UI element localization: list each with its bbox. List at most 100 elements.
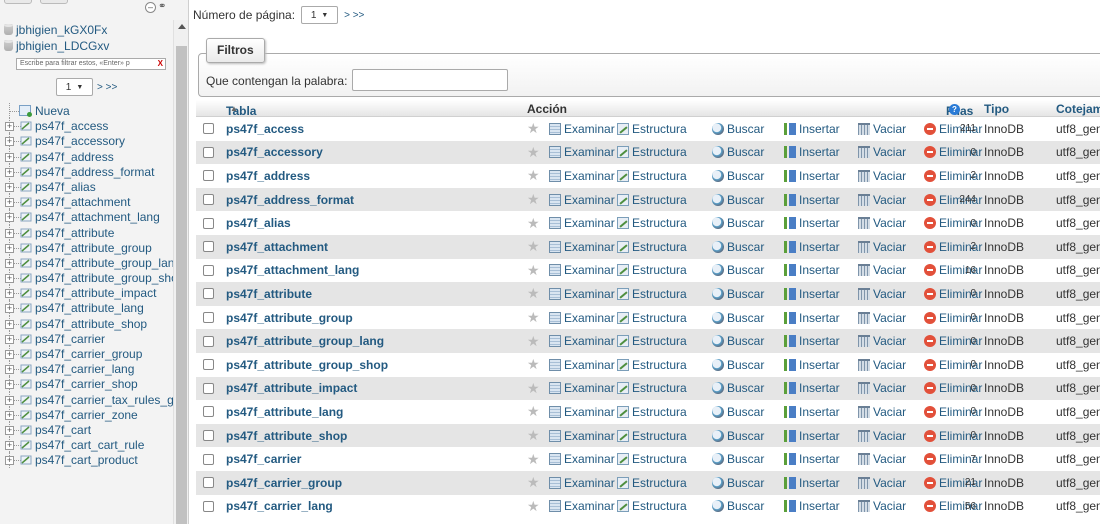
expand-icon[interactable]: + [5,350,14,359]
insert-action[interactable]: Insertar [784,424,840,448]
empty-action[interactable]: Vaciar [858,471,906,495]
search-action[interactable]: Buscar [712,353,764,377]
search-action[interactable]: Buscar [712,282,764,306]
browse-action[interactable]: Examinar [549,400,615,424]
structure-action[interactable]: Estructura [617,211,687,235]
expand-icon[interactable]: + [5,182,14,192]
browse-action[interactable]: Examinar [549,471,615,495]
tree-table-item[interactable]: + ps47f_attachment_lang [0,209,173,225]
expand-icon[interactable]: + [5,122,14,132]
table-name-link[interactable]: ps47f_alias [226,216,291,230]
empty-action[interactable]: Vaciar [858,377,906,401]
empty-action[interactable]: Vaciar [858,353,906,377]
browse-action[interactable]: Examinar [549,117,615,141]
insert-action[interactable]: Insertar [784,282,840,306]
empty-action[interactable]: Vaciar [858,235,906,259]
search-action[interactable]: Buscar [712,495,764,519]
browse-action[interactable]: Examinar [549,188,615,212]
tree-table-item[interactable]: + ps47f_attribute_group_lang [0,254,173,271]
star-icon[interactable]: ★ [527,403,540,420]
table-name-link[interactable]: ps47f_accessory [226,145,323,159]
expand-icon[interactable]: + [5,243,14,253]
structure-action[interactable]: Estructura [617,306,687,330]
insert-action[interactable]: Insertar [784,235,840,259]
tree-table-item[interactable]: + ps47f_cart [0,421,173,438]
search-action[interactable]: Buscar [712,400,764,424]
scrollbar-thumb[interactable] [176,46,187,524]
tree-table-item[interactable]: + ps47f_attribute_group [0,239,173,255]
search-action[interactable]: Buscar [712,188,764,212]
tree-table-item[interactable]: + ps47f_attribute_impact [0,285,173,301]
row-checkbox[interactable] [203,359,214,371]
empty-action[interactable]: Vaciar [858,211,906,235]
row-checkbox[interactable] [203,477,214,489]
empty-action[interactable]: Vaciar [858,282,906,306]
empty-action[interactable]: Vaciar [858,188,906,212]
row-checkbox[interactable] [203,146,214,158]
insert-action[interactable]: Insertar [784,164,840,188]
row-checkbox[interactable] [203,500,214,512]
expand-icon[interactable]: + [5,365,14,375]
empty-action[interactable]: Vaciar [858,329,906,353]
tree-table-item[interactable]: + ps47f_carrier [0,330,173,346]
search-action[interactable]: Buscar [712,377,764,401]
browse-action[interactable]: Examinar [549,235,615,259]
search-action[interactable]: Buscar [712,117,764,141]
filters-title[interactable]: Filtros [206,38,265,63]
search-action[interactable]: Buscar [712,141,764,165]
star-icon[interactable]: ★ [527,144,540,161]
expand-icon[interactable]: + [5,304,14,314]
empty-action[interactable]: Vaciar [858,164,906,188]
expand-icon[interactable]: + [5,213,14,223]
structure-action[interactable]: Estructura [617,259,687,283]
table-name-link[interactable]: ps47f_attribute [226,287,312,301]
row-checkbox[interactable] [203,335,214,347]
insert-action[interactable]: Insertar [784,471,840,495]
structure-action[interactable]: Estructura [617,424,687,448]
row-checkbox[interactable] [203,123,214,135]
structure-action[interactable]: Estructura [617,141,687,165]
browse-action[interactable]: Examinar [549,282,615,306]
insert-action[interactable]: Insertar [784,329,840,353]
structure-action[interactable]: Estructura [617,495,687,519]
tree-table-item[interactable]: + ps47f_address_format [0,163,173,179]
insert-action[interactable]: Insertar [784,259,840,283]
help-icon[interactable]: ? [949,104,960,115]
insert-action[interactable]: Insertar [784,447,840,471]
structure-action[interactable]: Estructura [617,235,687,259]
tree-table-item[interactable]: + ps47f_access [0,118,173,134]
empty-action[interactable]: Vaciar [858,259,906,283]
row-checkbox[interactable] [203,264,214,276]
star-icon[interactable]: ★ [527,167,540,184]
tree-table-item[interactable]: + ps47f_attachment [0,194,173,210]
table-name-link[interactable]: ps47f_attribute_group_lang [226,334,384,348]
expand-icon[interactable]: + [5,441,14,451]
expand-icon[interactable]: + [5,395,14,405]
star-icon[interactable]: ★ [527,427,540,444]
table-name-link[interactable]: ps47f_carrier [226,452,301,466]
expand-icon[interactable]: + [5,380,14,390]
table-name-link[interactable]: ps47f_carrier_group [226,476,342,490]
next-page-link[interactable]: > >> [97,82,117,93]
tree-table-item[interactable]: + ps47f_attribute_lang [0,300,173,316]
expand-icon[interactable]: + [5,319,14,329]
tree-table-item[interactable]: + ps47f_carrier_lang [0,361,173,377]
browse-action[interactable]: Examinar [549,424,615,448]
search-action[interactable]: Buscar [712,259,764,283]
search-action[interactable]: Buscar [712,164,764,188]
empty-action[interactable]: Vaciar [858,117,906,141]
star-icon[interactable]: ★ [527,498,540,515]
tree-table-item[interactable]: + ps47f_carrier_tax_rules_gr [0,391,173,407]
row-checkbox[interactable] [203,312,214,324]
star-icon[interactable]: ★ [527,356,540,373]
row-checkbox[interactable] [203,288,214,300]
table-filter-input[interactable]: Escribe para filtrar estos, «Enter» p X [16,58,166,70]
browse-action[interactable]: Examinar [549,164,615,188]
table-name-link[interactable]: ps47f_attachment [226,240,328,254]
browse-action[interactable]: Examinar [549,211,615,235]
tree-table-item[interactable]: + ps47f_cart_cart_rule [0,437,173,453]
browse-action[interactable]: Examinar [549,306,615,330]
structure-action[interactable]: Estructura [617,471,687,495]
structure-action[interactable]: Estructura [617,188,687,212]
page-number-select[interactable]: 1 ▼ [301,6,339,24]
